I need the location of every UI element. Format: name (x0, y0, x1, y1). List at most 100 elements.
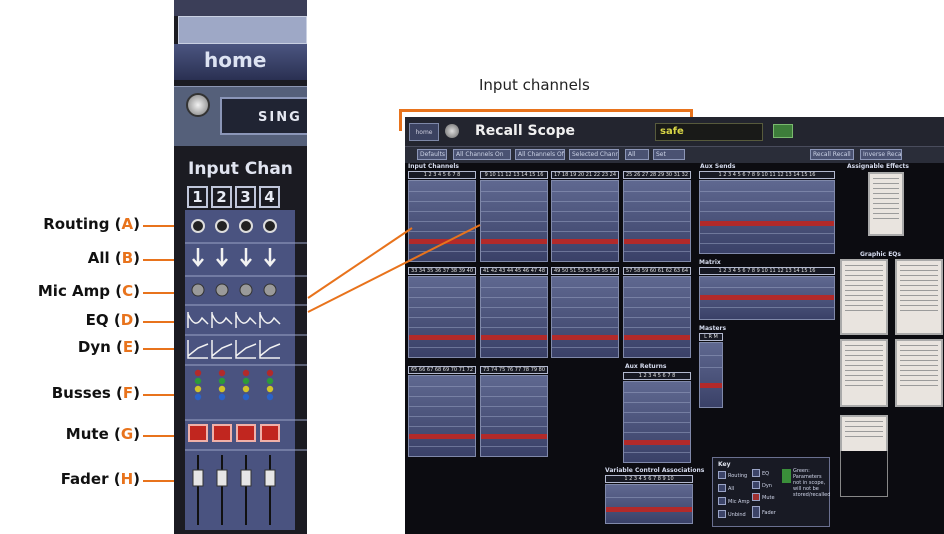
status-indicator[interactable] (773, 124, 793, 138)
section-aux-sends: Aux Sends (700, 163, 736, 170)
knob-icon[interactable] (186, 93, 210, 117)
graphic-eq-panel[interactable] (895, 259, 943, 335)
legend-all: All (B) (87, 249, 140, 267)
bus-indicator[interactable] (194, 369, 202, 377)
assignable-effects-panel[interactable] (868, 172, 904, 236)
mute-button[interactable] (188, 424, 208, 442)
legend-mute: Mute (G) (65, 425, 140, 443)
channel-grid[interactable] (408, 375, 476, 457)
caption: Input channels (479, 76, 590, 94)
matrix-grid[interactable] (699, 276, 835, 320)
fader-track[interactable] (221, 455, 223, 525)
mute-button[interactable] (260, 424, 280, 442)
graphic-eq-panel[interactable] (840, 339, 888, 407)
channel-numbers: 9 10 11 12 13 14 15 16 (480, 171, 548, 179)
scene-selector[interactable]: SING (220, 97, 307, 135)
channel-grid[interactable] (623, 276, 691, 358)
vca-numbers: 1 2 3 4 5 6 7 8 9 10 (605, 475, 693, 483)
routing-key-icon (718, 471, 726, 479)
matrix-numbers: 1 2 3 4 5 6 7 8 9 10 11 12 13 14 15 16 (699, 267, 835, 275)
knob-icon[interactable] (445, 124, 459, 138)
fader-track[interactable] (197, 455, 199, 525)
mute-button[interactable] (236, 424, 256, 442)
toolbar-button[interactable]: Selected Channels (569, 149, 619, 160)
bus-indicator[interactable] (218, 377, 226, 385)
mic-amp-icon[interactable] (215, 283, 229, 297)
bus-indicator[interactable] (266, 377, 274, 385)
home-button[interactable]: home (409, 123, 439, 141)
key-label: Routing (728, 473, 748, 479)
bus-indicator[interactable] (218, 393, 226, 401)
channel-grid[interactable] (623, 180, 691, 262)
toolbar-button[interactable]: Set (653, 149, 685, 160)
bus-indicator[interactable] (266, 385, 274, 393)
mic-amp-icon[interactable] (239, 283, 253, 297)
bus-indicator[interactable] (242, 377, 250, 385)
aux-return-numbers: 1 2 3 4 5 6 7 8 (623, 372, 691, 380)
mic-amp-icon[interactable] (263, 283, 277, 297)
bus-indicator[interactable] (194, 377, 202, 385)
toolbar-button[interactable]: All (625, 149, 649, 160)
channel-grid[interactable] (408, 276, 476, 358)
legend-busses: Busses (F) (51, 384, 140, 402)
fader-handle[interactable] (216, 469, 228, 487)
zoom-title-field (178, 16, 307, 44)
toolbar-button[interactable]: Recall Recall (810, 149, 854, 160)
channel-grid[interactable] (480, 375, 548, 457)
graphic-eq-panel[interactable] (895, 339, 943, 407)
figure: { "caption": "Input channels", "legend":… (0, 0, 944, 534)
fader-track[interactable] (269, 455, 271, 525)
fader-track[interactable] (245, 455, 247, 525)
fader-handle[interactable] (192, 469, 204, 487)
channel-grid[interactable] (551, 180, 619, 262)
channel-grid[interactable] (408, 180, 476, 262)
toolbar-button[interactable]: All Channels On (453, 149, 511, 160)
routing-icon[interactable] (239, 219, 253, 233)
zoom-header-strip (174, 0, 307, 16)
key-box: Key Routing All Mic Amp Unbind EQ Dyn Mu… (712, 457, 830, 527)
channel-numbers: 25 26 27 28 29 30 31 32 (623, 171, 691, 179)
bus-indicator[interactable] (266, 369, 274, 377)
bus-indicator[interactable] (266, 393, 274, 401)
bracket-top (399, 109, 693, 112)
toolbar-button[interactable]: All Channels Off (515, 149, 565, 160)
dyn-key-icon (752, 481, 760, 489)
channel-number: 4 (259, 186, 280, 208)
masters-numbers: L R M (699, 333, 723, 341)
section-graphic-eqs: Graphic EQs (860, 251, 901, 258)
masters-grid[interactable] (699, 342, 723, 408)
aux-sends-grid[interactable] (699, 180, 835, 254)
routing-icon[interactable] (215, 219, 229, 233)
channel-grid[interactable] (480, 180, 548, 262)
toolbar-button[interactable]: Defaults (417, 149, 447, 160)
aux-returns-grid[interactable] (623, 381, 691, 463)
bus-indicator[interactable] (242, 385, 250, 393)
key-label: Fader (762, 510, 776, 516)
routing-icon[interactable] (263, 219, 277, 233)
bus-indicator[interactable] (242, 369, 250, 377)
channel-grid[interactable] (551, 276, 619, 358)
key-label: All (728, 486, 735, 492)
channel-numbers: 1 2 3 4 5 6 7 8 (408, 171, 476, 179)
vca-grid[interactable] (605, 484, 693, 524)
bus-indicator[interactable] (218, 385, 226, 393)
routing-icon[interactable] (191, 219, 205, 233)
fader-handle[interactable] (264, 469, 276, 487)
toolbar-button[interactable]: Inverse Recall (860, 149, 902, 160)
green-key-icon (782, 469, 791, 483)
legend-fader: Fader (H) (60, 470, 140, 488)
status-field: safe (655, 123, 763, 141)
bus-indicator[interactable] (242, 393, 250, 401)
bus-indicator[interactable] (194, 393, 202, 401)
graphic-eq-panel[interactable] (840, 259, 888, 335)
bus-indicator[interactable] (218, 369, 226, 377)
recall-scope-window: home Recall Scope safe Defaults All Chan… (405, 117, 944, 534)
graphic-eq-panel[interactable] (840, 415, 888, 451)
channel-grid[interactable] (480, 276, 548, 358)
home-button[interactable]: home (174, 44, 307, 80)
mute-button[interactable] (212, 424, 232, 442)
bus-indicator[interactable] (194, 385, 202, 393)
legend-dyn: Dyn (E) (77, 338, 140, 356)
mic-amp-icon[interactable] (191, 283, 205, 297)
fader-handle[interactable] (240, 469, 252, 487)
